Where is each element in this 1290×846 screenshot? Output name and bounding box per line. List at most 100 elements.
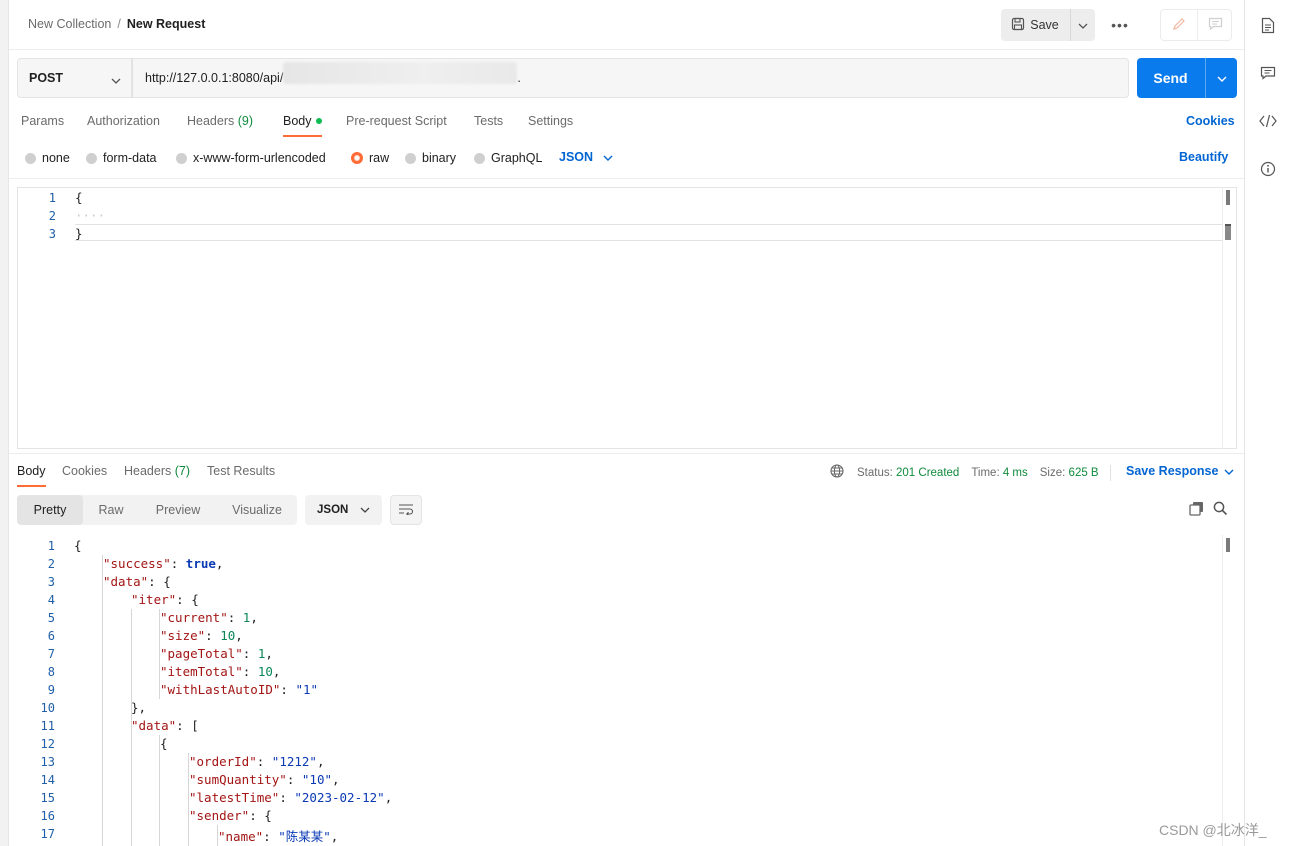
tab-label: Headers — [187, 114, 235, 128]
view-tab-raw[interactable]: Raw — [87, 495, 135, 525]
chevron-down-icon — [360, 504, 370, 516]
cookies-link[interactable]: Cookies — [1186, 114, 1235, 128]
radio-button-selected[interactable] — [351, 152, 363, 164]
body-format-select[interactable]: JSON — [559, 150, 613, 164]
body-type-none[interactable]: none — [25, 150, 70, 166]
pencil-icon — [1172, 17, 1186, 34]
status-value[interactable]: 201 Created — [896, 467, 959, 479]
more-options-button[interactable]: ••• — [1107, 13, 1133, 37]
save-response-button[interactable]: Save Response — [1126, 464, 1234, 478]
tab-body[interactable]: Body — [283, 114, 322, 134]
view-tab-visualize[interactable]: Visualize — [221, 495, 293, 525]
code-line: "sumQuantity": "10", — [189, 772, 340, 787]
body-type-raw[interactable]: raw — [351, 150, 389, 166]
line-number: 6 — [47, 629, 55, 643]
code-line: "orderId": "1212", — [189, 754, 325, 769]
tab-label: Headers — [124, 464, 172, 478]
line-number: 10 — [40, 701, 55, 715]
send-dropdown-button[interactable] — [1205, 58, 1237, 98]
line-number: 11 — [40, 719, 55, 733]
json-number: 10 — [220, 628, 236, 643]
json-number: 10 — [257, 664, 273, 679]
tab-params[interactable]: Params — [21, 114, 64, 134]
url-input[interactable]: http://127.0.0.1:8080/api/ . — [132, 58, 1129, 98]
breadcrumb-collection[interactable]: New Collection — [28, 17, 111, 31]
indent-guide — [102, 555, 103, 846]
search-icon[interactable] — [1213, 501, 1228, 519]
beautify-link[interactable]: Beautify — [1179, 150, 1228, 164]
save-button[interactable]: Save — [1001, 9, 1069, 41]
wrap-lines-button[interactable] — [390, 495, 422, 525]
json-key: "data" — [103, 574, 149, 589]
line-number: 12 — [40, 737, 55, 751]
response-tab-headers[interactable]: Headers (7) — [124, 464, 190, 478]
line-number: 17 — [40, 827, 55, 841]
response-tab-cookies[interactable]: Cookies — [62, 464, 107, 478]
request-body-editor[interactable]: 1 2 3 { ···· } — [17, 187, 1237, 449]
info-icon[interactable] — [1258, 159, 1278, 179]
body-type-binary[interactable]: binary — [405, 150, 456, 166]
size-value[interactable]: 625 B — [1069, 467, 1099, 479]
tab-label: Tests — [474, 114, 504, 128]
line-number: 3 — [47, 575, 55, 589]
radio-label: none — [42, 151, 70, 165]
body-type-urlencoded[interactable]: x-www-form-urlencoded — [176, 150, 326, 166]
breadcrumb-request-name[interactable]: New Request — [127, 17, 206, 31]
json-key: "itemTotal" — [160, 664, 243, 679]
left-sidebar-strip — [0, 0, 9, 846]
tab-headers[interactable]: Headers (9) — [187, 114, 253, 134]
body-format-value: JSON — [559, 150, 594, 164]
save-button-group: Save — [1001, 9, 1095, 41]
response-scrollbar-track[interactable] — [1222, 535, 1223, 846]
active-tab-indicator — [17, 485, 46, 487]
json-brace: { — [160, 736, 168, 751]
radio-label: form-data — [103, 151, 157, 165]
indent-guide — [159, 735, 160, 846]
chevron-down-icon — [1224, 464, 1234, 478]
json-key: "data" — [131, 718, 177, 733]
http-method-select[interactable]: POST — [17, 58, 132, 98]
response-tab-body[interactable]: Body — [17, 464, 46, 478]
right-context-bar — [1244, 0, 1290, 846]
headers-count-badge: (9) — [237, 114, 254, 128]
body-type-form-data[interactable]: form-data — [86, 150, 157, 166]
time-value[interactable]: 4 ms — [1003, 467, 1028, 479]
radio-button[interactable] — [405, 152, 416, 164]
json-brace: { — [264, 808, 272, 823]
radio-button[interactable] — [474, 152, 485, 164]
scrollbar-thumb[interactable] — [1226, 538, 1230, 552]
headers-count-badge: (7) — [174, 464, 191, 478]
current-line-highlight — [75, 224, 1223, 241]
response-format-select[interactable]: JSON — [305, 495, 382, 525]
code-snippet-icon[interactable] — [1258, 111, 1278, 131]
tab-tests[interactable]: Tests — [474, 114, 503, 134]
radio-button[interactable] — [176, 152, 187, 164]
response-status-bar: Status: 201 Created Time: 4 ms Size: 625… — [830, 464, 1111, 481]
line-number: 16 — [40, 809, 55, 823]
tab-settings[interactable]: Settings — [528, 114, 573, 134]
comments-icon[interactable] — [1258, 63, 1278, 83]
view-tab-pretty[interactable]: Pretty — [17, 495, 83, 525]
radio-button[interactable] — [25, 152, 36, 164]
line-number: 2 — [47, 557, 55, 571]
line-number: 4 — [47, 593, 55, 607]
response-body-viewer[interactable]: 1 2 3 4 5 6 7 8 9 10 11 12 13 14 15 16 1… — [17, 537, 1222, 846]
response-tab-test-results[interactable]: Test Results — [207, 464, 275, 478]
comment-button[interactable] — [1197, 10, 1232, 40]
view-tab-preview[interactable]: Preview — [143, 495, 213, 525]
send-button[interactable]: Send — [1137, 58, 1204, 98]
save-dropdown-button[interactable] — [1070, 9, 1095, 41]
copy-icon[interactable] — [1189, 501, 1204, 519]
globe-icon[interactable] — [830, 464, 844, 481]
tab-authorization[interactable]: Authorization — [87, 114, 160, 134]
scrollbar-thumb[interactable] — [1226, 190, 1230, 205]
tab-pre-request-script[interactable]: Pre-request Script — [346, 114, 447, 134]
code-line: "current": 1, — [160, 610, 258, 625]
edit-pencil-button[interactable] — [1161, 10, 1196, 40]
documentation-icon[interactable] — [1258, 15, 1278, 35]
json-string: "10" — [301, 772, 333, 787]
radio-button[interactable] — [86, 152, 97, 164]
json-key: "withLastAutoID" — [160, 682, 281, 697]
wrap-lines-icon — [398, 503, 414, 518]
body-type-graphql[interactable]: GraphQL — [474, 150, 542, 166]
